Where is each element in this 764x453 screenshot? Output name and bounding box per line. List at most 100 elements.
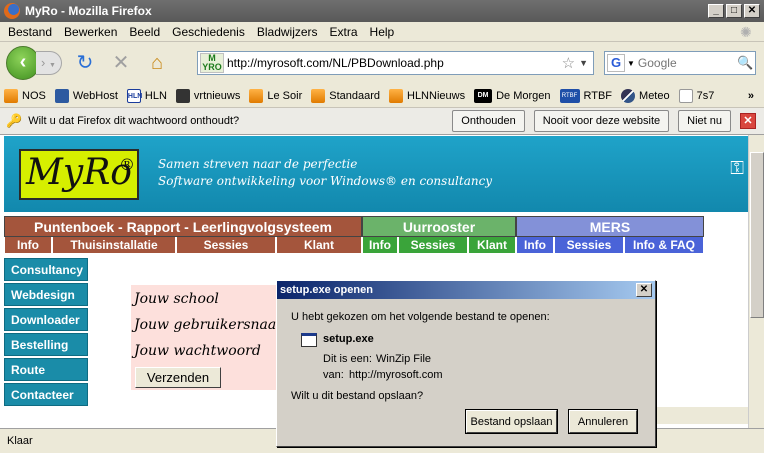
rss-icon	[249, 88, 264, 103]
subnav-item[interactable]: Sessies	[176, 237, 276, 254]
key-icon: 🔑	[6, 113, 23, 128]
sidebar-item-consultancy[interactable]: Consultancy	[4, 258, 88, 281]
rss-icon	[311, 88, 326, 103]
rss-icon	[4, 88, 18, 103]
site-favicon-icon: M YRO	[200, 53, 224, 73]
history-dropdown-icon[interactable]: ▼	[49, 62, 56, 69]
save-file-button[interactable]: Bestand opslaan	[465, 409, 558, 434]
search-engine-icon[interactable]: G	[607, 54, 625, 72]
search-input[interactable]	[637, 56, 737, 70]
bookmark-nos[interactable]: NOS	[4, 88, 46, 103]
dialog-close-button[interactable]: ✕	[636, 283, 652, 297]
sidebar-item-contacteer[interactable]: Contacteer	[4, 383, 88, 406]
site-logo[interactable]: MyRo ®	[19, 149, 139, 200]
bookmark-hlnnieuws[interactable]: HLNNieuws	[389, 88, 465, 103]
dialog-type-value: WinZip File	[376, 353, 432, 365]
demorgen-icon: DM	[474, 88, 493, 103]
menu-bar: Bestand Bewerken Beeld Geschiedenis Blad…	[0, 22, 764, 42]
menu-view[interactable]: Beeld	[123, 25, 166, 39]
menu-edit[interactable]: Bewerken	[58, 25, 123, 39]
nav-section-uurrooster[interactable]: Uurrooster	[362, 216, 516, 237]
search-engine-dropdown-icon[interactable]: ▼	[627, 59, 635, 68]
dialog-title: setup.exe openen ✕	[277, 281, 655, 299]
open-file-dialog: setup.exe openen ✕ U hebt gekozen om het…	[276, 280, 656, 447]
remember-button[interactable]: Onthouden	[452, 110, 525, 132]
key-icon: ⚿	[730, 158, 744, 178]
bookmarks-toolbar: NOS WebHost HLN HLN vrtnieuws Le Soir Sta…	[0, 84, 764, 108]
window-title: MyRo - Mozilla Firefox	[25, 4, 152, 18]
more-bookmarks-icon[interactable]: »	[748, 90, 754, 102]
sidebar-item-bestelling[interactable]: Bestelling	[4, 333, 88, 356]
cancel-button[interactable]: Annuleren	[568, 409, 638, 434]
subnav-item[interactable]: Info & FAQ	[624, 237, 704, 254]
dialog-type-label: Dit is een:	[323, 353, 372, 365]
bookmark-lesoir[interactable]: Le Soir	[249, 88, 302, 103]
scrollbar-thumb[interactable]	[750, 152, 764, 318]
reload-icon[interactable]: ↻	[72, 50, 98, 76]
password-label: Jouw wachtwoord	[134, 343, 261, 359]
school-label: Jouw school	[134, 291, 219, 307]
dialog-question: Wilt u dit bestand opslaan?	[291, 390, 424, 402]
site-banner: MyRo ® Samen streven naar de perfectie So…	[4, 136, 748, 212]
back-button[interactable]: ‹	[6, 46, 40, 80]
notification-message: Wilt u dat Firefox dit wachtwoord onthou…	[28, 115, 240, 127]
minimize-button[interactable]: _	[708, 4, 724, 18]
vertical-scrollbar[interactable]	[748, 135, 764, 428]
maximize-button[interactable]: □	[726, 4, 742, 18]
stop-icon[interactable]: ✕	[108, 50, 134, 76]
url-text[interactable]: http://myrosoft.com/NL/PBDownload.php	[227, 56, 562, 70]
firefox-logo-icon	[4, 3, 20, 19]
subnav-item[interactable]: Info	[4, 237, 52, 254]
login-box: Jouw school Jouw gebruikersnaam Jouw wac…	[131, 285, 290, 390]
horizontal-scrollbar[interactable]	[655, 407, 748, 424]
menu-tools[interactable]: Extra	[324, 25, 364, 39]
sidebar-item-downloader[interactable]: Downloader	[4, 308, 88, 331]
sidebar-item-webdesign[interactable]: Webdesign	[4, 283, 88, 306]
forward-button[interactable]: › ▼	[36, 51, 62, 75]
search-icon[interactable]: 🔍	[737, 55, 755, 71]
bookmark-vrtnieuws[interactable]: vrtnieuws	[175, 88, 240, 103]
hln-icon: HLN	[126, 88, 142, 103]
close-notification-icon[interactable]: ✕	[740, 113, 756, 129]
subnav-item[interactable]: Info	[362, 237, 398, 254]
subnav-item[interactable]: Sessies	[554, 237, 624, 254]
search-bar[interactable]: G ▼ 🔍	[604, 51, 756, 75]
dialog-from-label: van:	[323, 369, 344, 381]
navigation-toolbar: ‹ › ▼ ↻ ✕ ⌂ M YRO http://myrosoft.com/NL…	[0, 42, 764, 84]
nav-section-mers[interactable]: MERS	[516, 216, 704, 237]
subnav-item[interactable]: Info	[516, 237, 554, 254]
bookmark-demorgen[interactable]: DM De Morgen	[474, 88, 551, 103]
bookmark-standaard[interactable]: Standaard	[311, 88, 380, 103]
menu-help[interactable]: Help	[364, 25, 401, 39]
subnav-item[interactable]: Klant	[468, 237, 516, 254]
url-dropdown-icon[interactable]: ▼	[579, 58, 588, 68]
close-window-button[interactable]: ✕	[744, 4, 760, 18]
site-tagline: Samen streven naar de perfectie Software…	[158, 157, 493, 188]
bookmark-star-icon[interactable]: ☆	[562, 54, 575, 72]
uurrooster-subnav: Info Sessies Klant	[362, 237, 516, 254]
bookmark-hln[interactable]: HLN HLN	[126, 88, 167, 103]
subnav-item[interactable]: Thuisinstallatie	[52, 237, 176, 254]
window-titlebar: MyRo - Mozilla Firefox _ □ ✕	[0, 0, 764, 22]
page-icon	[678, 88, 693, 103]
menu-history[interactable]: Geschiedenis	[166, 25, 251, 39]
sidebar-item-route[interactable]: Route	[4, 358, 88, 381]
url-bar[interactable]: M YRO http://myrosoft.com/NL/PBDownload.…	[197, 51, 594, 75]
dialog-intro: U hebt gekozen om het volgende bestand t…	[291, 311, 550, 323]
subnav-item[interactable]: Sessies	[398, 237, 468, 254]
submit-button[interactable]: Verzenden	[135, 367, 221, 388]
menu-bookmarks[interactable]: Bladwijzers	[251, 25, 324, 39]
nav-section-puntenboek[interactable]: Puntenboek - Rapport - Leerlingvolgsyste…	[4, 216, 362, 237]
puntenboek-subnav: Info Thuisinstallatie Sessies Klant	[4, 237, 362, 254]
menu-file[interactable]: Bestand	[2, 25, 58, 39]
meteo-icon	[621, 88, 636, 103]
bookmark-7s7[interactable]: 7s7	[678, 88, 714, 103]
exe-file-icon	[301, 333, 317, 347]
home-icon[interactable]: ⌂	[144, 50, 170, 76]
bookmark-meteo[interactable]: Meteo	[621, 88, 670, 103]
subnav-item[interactable]: Klant	[276, 237, 362, 254]
bookmark-webhost[interactable]: WebHost	[54, 88, 118, 103]
never-for-site-button[interactable]: Nooit voor deze website	[533, 110, 670, 132]
not-now-button[interactable]: Niet nu	[678, 110, 731, 132]
bookmark-rtbf[interactable]: RTBF RTBF	[559, 88, 612, 103]
